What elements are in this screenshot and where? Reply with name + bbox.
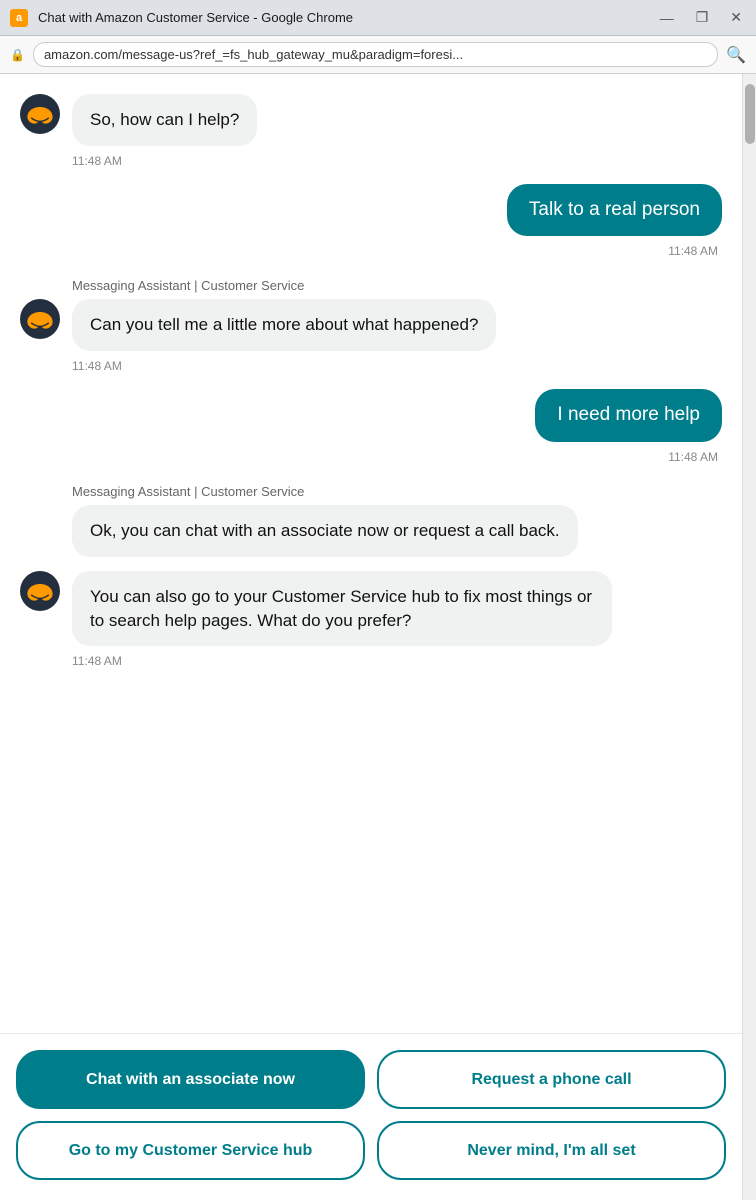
- scrollbar-thumb[interactable]: [745, 84, 755, 144]
- bot-avatar: [20, 571, 60, 611]
- timestamp: 11:48 AM: [20, 154, 722, 168]
- chat-messages: So, how can I help? 11:48 AM Talk to a r…: [0, 74, 742, 1033]
- bot-message-row: So, how can I help?: [20, 94, 722, 146]
- minimize-button[interactable]: —: [656, 8, 678, 28]
- search-icon[interactable]: 🔍: [726, 45, 746, 65]
- bot-avatar: [20, 94, 60, 134]
- bot-message-row: You can also go to your Customer Service…: [20, 571, 722, 647]
- browser-body: So, how can I help? 11:48 AM Talk to a r…: [0, 74, 756, 1200]
- timestamp: 11:48 AM: [20, 450, 722, 464]
- bot-bubble: So, how can I help?: [72, 94, 257, 146]
- customer-service-hub-button[interactable]: Go to my Customer Service hub: [16, 1121, 365, 1180]
- scrollbar-track[interactable]: [742, 74, 756, 1200]
- bot-bubble: Ok, you can chat with an associate now o…: [72, 505, 578, 557]
- close-button[interactable]: ✕: [726, 7, 746, 28]
- user-bubble: Talk to a real person: [507, 184, 722, 237]
- bot-message-row: Ok, you can chat with an associate now o…: [20, 505, 722, 557]
- bot-bubble: Can you tell me a little more about what…: [72, 299, 496, 351]
- bot-avatar: [20, 299, 60, 339]
- address-bar: 🔒 amazon.com/message-us?ref_=fs_hub_gate…: [0, 36, 756, 74]
- browser-icon: a: [10, 9, 28, 27]
- user-message-row: I need more help: [20, 389, 722, 442]
- quick-actions: Chat with an associate now Request a pho…: [0, 1033, 742, 1200]
- lock-icon: 🔒: [10, 48, 25, 62]
- bot-label: Messaging Assistant | Customer Service: [20, 484, 722, 499]
- timestamp: 11:48 AM: [20, 244, 722, 258]
- window-controls: — ❐ ✕: [656, 7, 746, 28]
- user-bubble: I need more help: [535, 389, 722, 442]
- user-message-row: Talk to a real person: [20, 184, 722, 237]
- bot-message-row: Can you tell me a little more about what…: [20, 299, 722, 351]
- window-title: Chat with Amazon Customer Service - Goog…: [38, 10, 646, 25]
- request-phone-button[interactable]: Request a phone call: [377, 1050, 726, 1109]
- never-mind-button[interactable]: Never mind, I'm all set: [377, 1121, 726, 1180]
- timestamp: 11:48 AM: [20, 359, 722, 373]
- timestamp: 11:48 AM: [20, 654, 722, 668]
- bot-bubble: You can also go to your Customer Service…: [72, 571, 612, 647]
- url-field[interactable]: amazon.com/message-us?ref_=fs_hub_gatewa…: [33, 42, 718, 67]
- chat-container: So, how can I help? 11:48 AM Talk to a r…: [0, 74, 742, 1200]
- maximize-button[interactable]: ❐: [692, 7, 713, 28]
- bot-label: Messaging Assistant | Customer Service: [20, 278, 722, 293]
- title-bar: a Chat with Amazon Customer Service - Go…: [0, 0, 756, 36]
- chat-associate-button[interactable]: Chat with an associate now: [16, 1050, 365, 1109]
